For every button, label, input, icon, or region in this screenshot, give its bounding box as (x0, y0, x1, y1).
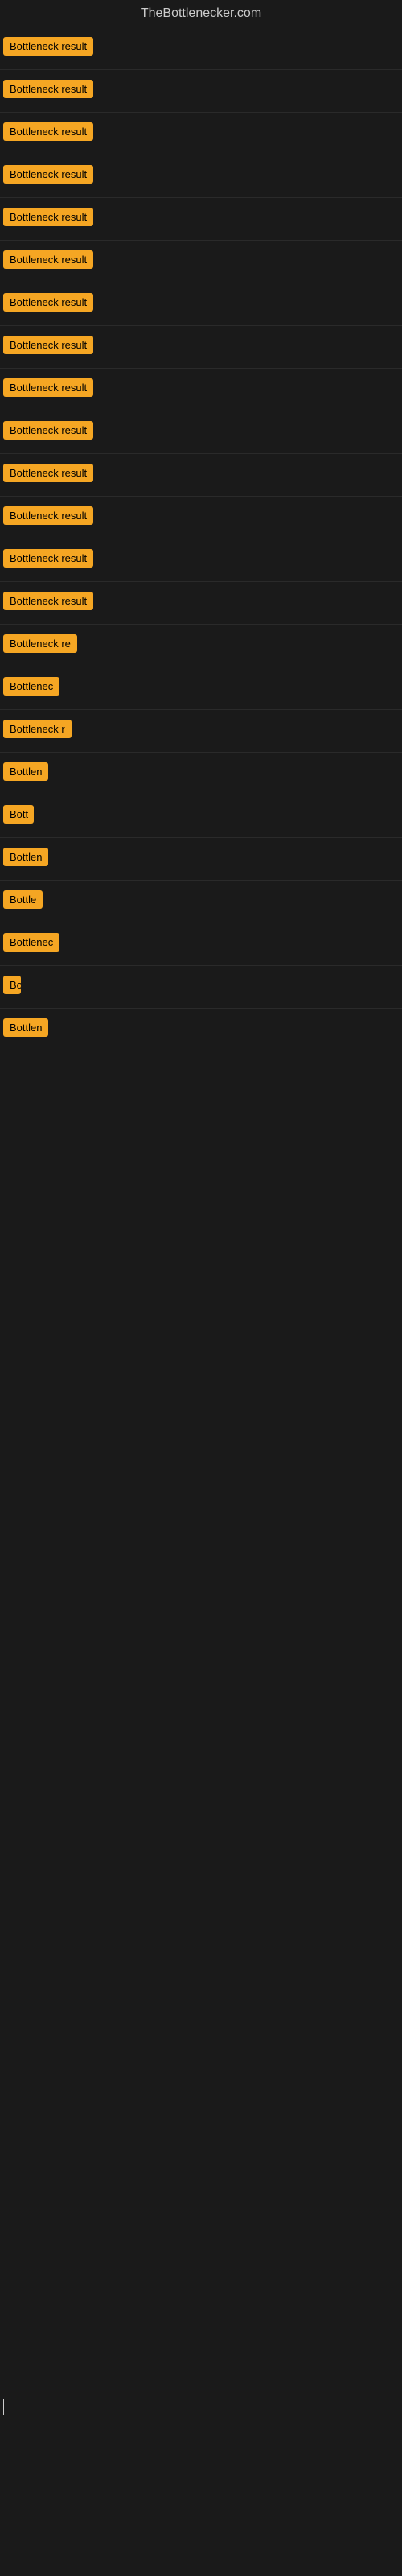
site-title: TheBottlenecker.com (0, 0, 402, 27)
list-item: Bottleneck result (0, 369, 402, 411)
list-item: Bottleneck result (0, 582, 402, 625)
bottleneck-result-badge[interactable]: Bottleneck result (3, 549, 93, 568)
bottleneck-result-badge[interactable]: Bottleneck result (3, 122, 93, 141)
list-item: Bottleneck result (0, 411, 402, 454)
list-item: Bottleneck result (0, 539, 402, 582)
bottleneck-result-badge[interactable]: Bottlen (3, 762, 48, 781)
list-item: Bottlen (0, 838, 402, 881)
bottleneck-result-badge[interactable]: Bottleneck re (3, 634, 77, 653)
list-item: Bottlen (0, 1009, 402, 1051)
bottleneck-result-badge[interactable]: Bottleneck result (3, 378, 93, 397)
bottleneck-result-badge[interactable]: Bottleneck result (3, 37, 93, 56)
bottleneck-result-badge[interactable]: Bottleneck result (3, 592, 93, 610)
bottleneck-result-badge[interactable]: Bottle (3, 890, 43, 909)
bottleneck-result-badge[interactable]: Bottleneck r (3, 720, 72, 738)
bottleneck-result-badge[interactable]: Bottleneck result (3, 464, 93, 482)
list-item: Bottlenec (0, 923, 402, 966)
page-header: TheBottlenecker.com (0, 0, 402, 27)
list-item: Bottlenec (0, 667, 402, 710)
list-item: Bottleneck result (0, 283, 402, 326)
list-item: Bo (0, 966, 402, 1009)
bottleneck-result-badge[interactable]: Bottleneck result (3, 80, 93, 98)
list-item: Bottleneck result (0, 27, 402, 70)
bottleneck-result-badge[interactable]: Bottlenec (3, 933, 59, 952)
bottleneck-result-badge[interactable]: Bottlen (3, 1018, 48, 1037)
list-item: Bottleneck result (0, 198, 402, 241)
list-item: Bottlen (0, 753, 402, 795)
list-item: Bottle (0, 881, 402, 923)
bottleneck-result-badge[interactable]: Bottleneck result (3, 336, 93, 354)
list-item: Bottleneck result (0, 70, 402, 113)
bottleneck-result-badge[interactable]: Bottleneck result (3, 506, 93, 525)
list-item: Bottleneck r (0, 710, 402, 753)
bottleneck-result-badge[interactable]: Bottleneck result (3, 208, 93, 226)
bottleneck-result-badge[interactable]: Bottlen (3, 848, 48, 866)
rows-container: Bottleneck result Bottleneck result Bottle… (0, 27, 402, 1051)
bottleneck-result-badge[interactable]: Bottleneck result (3, 250, 93, 269)
bottleneck-result-badge[interactable]: Bo (3, 976, 21, 994)
list-item: Bott (0, 795, 402, 838)
list-item: Bottleneck result (0, 326, 402, 369)
bottleneck-result-badge[interactable]: Bottlenec (3, 677, 59, 696)
list-item: Bottleneck result (0, 497, 402, 539)
list-item: Bottleneck result (0, 241, 402, 283)
bottleneck-result-badge[interactable]: Bottleneck result (3, 165, 93, 184)
list-item: Bottleneck result (0, 454, 402, 497)
list-item: Bottleneck result (0, 113, 402, 155)
cursor-line (3, 2399, 4, 2415)
bottleneck-result-badge[interactable]: Bottleneck result (3, 421, 93, 440)
bottleneck-result-badge[interactable]: Bott (3, 805, 34, 824)
list-item: Bottleneck result (0, 155, 402, 198)
bottleneck-result-badge[interactable]: Bottleneck result (3, 293, 93, 312)
list-item: Bottleneck re (0, 625, 402, 667)
